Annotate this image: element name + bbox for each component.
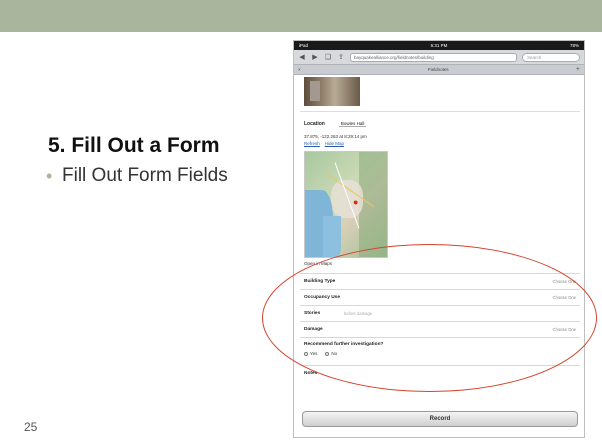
carrier-label: iPad xyxy=(299,43,309,48)
search-input[interactable]: Search xyxy=(522,52,580,62)
address-bar[interactable]: bayquakealliance.org/fieldnotes/building xyxy=(350,52,517,62)
browser-toolbar: ◀ ▶ ❑ ⇪ bayquakealliance.org/fieldnotes/… xyxy=(294,50,584,65)
radio-yes[interactable]: Yes xyxy=(304,351,317,356)
bullet-text: Fill Out Form Fields xyxy=(62,165,228,186)
refresh-link[interactable]: Refresh xyxy=(304,141,320,146)
hide-map-link[interactable]: Hide Map xyxy=(325,141,344,146)
choose-one-select[interactable]: Choose One xyxy=(552,295,576,300)
recommend-investigation-field: Recommend further investigation? Yes No xyxy=(300,337,580,365)
field-label: Notes xyxy=(304,371,318,376)
radio-group: Yes No xyxy=(304,351,576,356)
slide-header-bar xyxy=(0,0,602,32)
form-fields: Building Type Choose One Occupancy Use C… xyxy=(300,273,580,403)
radio-no[interactable]: No xyxy=(325,351,337,356)
clock: 6:31 PM xyxy=(430,43,448,48)
damage-field[interactable]: Damage Choose One xyxy=(300,321,580,337)
tab-title[interactable]: Fieldnotes xyxy=(428,67,449,72)
choose-one-select[interactable]: Choose One xyxy=(552,327,576,332)
new-tab-icon[interactable]: + xyxy=(576,66,580,73)
location-row: Location Bowles Hall xyxy=(304,121,367,127)
occupancy-use-field[interactable]: Occupancy Use Choose One xyxy=(300,289,580,305)
stories-field[interactable]: Stories before damage xyxy=(300,305,580,321)
choose-one-select[interactable]: Choose One xyxy=(552,279,576,284)
bullet-dot-icon: • xyxy=(46,166,53,186)
map-bay-water-south xyxy=(323,216,341,257)
open-in-maps-link[interactable]: Open in Maps xyxy=(304,261,332,266)
building-type-field[interactable]: Building Type Choose One xyxy=(300,273,580,289)
close-tab-icon[interactable]: × xyxy=(298,67,301,72)
back-icon[interactable]: ◀ xyxy=(298,53,306,61)
share-icon[interactable]: ⇪ xyxy=(337,53,345,61)
stories-input[interactable]: before damage xyxy=(344,311,372,316)
radio-label: No xyxy=(331,351,338,356)
record-button[interactable]: Record xyxy=(302,411,578,427)
radio-circle-icon xyxy=(325,351,330,356)
battery-label: 78% xyxy=(569,43,579,48)
field-label: Damage xyxy=(304,327,323,332)
tab-strip: × Fieldnotes + xyxy=(294,65,584,75)
field-label: Building Type xyxy=(304,279,336,284)
field-label: Stories xyxy=(304,311,321,316)
field-label: Occupancy Use xyxy=(304,295,340,300)
map-links: Refresh Hide Map xyxy=(304,141,344,146)
location-label: Location xyxy=(304,121,325,127)
slide-title: 5. Fill Out a Form xyxy=(48,134,220,157)
map-pin-icon[interactable]: ● xyxy=(353,198,358,207)
field-label: Recommend further investigation? xyxy=(304,342,384,347)
bookmarks-icon[interactable]: ❑ xyxy=(324,53,332,61)
building-photo xyxy=(304,77,360,106)
slide-number: 25 xyxy=(24,420,38,434)
tablet-screenshot: iPad 6:31 PM 78% ◀ ▶ ❑ ⇪ bayquakeallianc… xyxy=(293,40,585,438)
divider xyxy=(300,111,580,112)
bullet-item: • Fill Out Form Fields xyxy=(46,164,258,188)
location-select[interactable]: Bowles Hall xyxy=(338,121,367,127)
radio-label: Yes xyxy=(310,351,318,356)
location-map[interactable]: ● xyxy=(304,151,388,258)
status-bar: iPad 6:31 PM 78% xyxy=(294,41,584,50)
coordinates-text: 37.875, -122.263 at 8:29:14 pm xyxy=(304,134,367,139)
forward-icon[interactable]: ▶ xyxy=(311,53,319,61)
radio-circle-icon xyxy=(304,351,308,356)
notes-field[interactable]: Notes xyxy=(300,365,580,403)
